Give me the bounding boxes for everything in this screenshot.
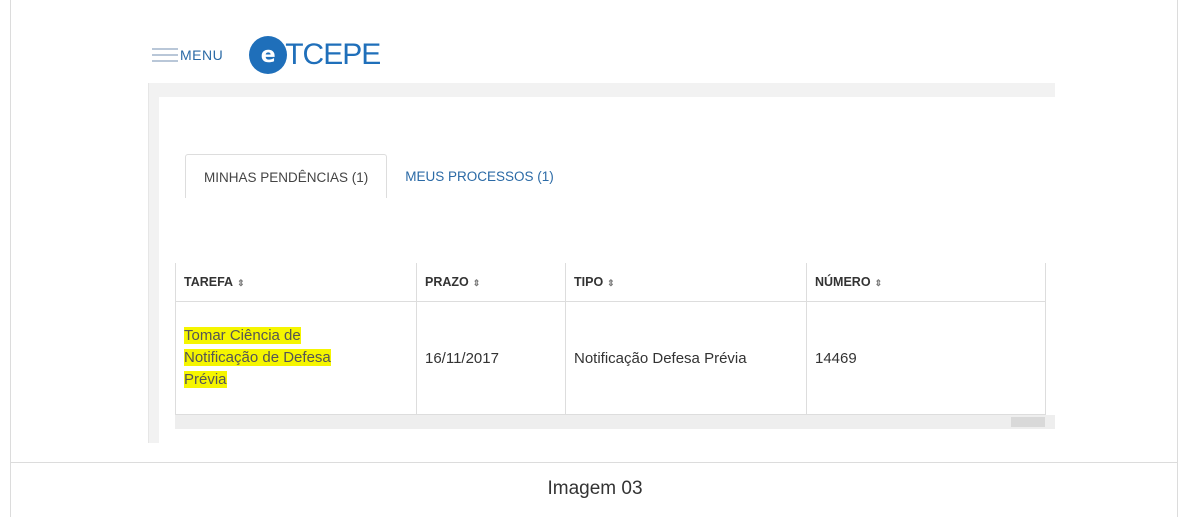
tab-minhas-pendencias[interactable]: MINHAS PENDÊNCIAS (1) <box>185 154 388 198</box>
sort-icon: ⇕ <box>607 278 615 288</box>
main-content: MINHAS PENDÊNCIAS (1) MEUS PROCESSOS (1)… <box>148 83 1055 443</box>
tab-meus-processos[interactable]: MEUS PROCESSOS (1) <box>387 154 572 198</box>
menu-label: MENU <box>180 47 224 63</box>
caption-divider <box>10 462 1178 463</box>
image-caption: Imagem 03 <box>547 478 643 499</box>
column-header-tarefa[interactable]: TAREFA ⇕ <box>175 263 417 302</box>
table-header-row: TAREFA ⇕ PRAZO ⇕ TIPO ⇕ NÚMERO ⇕ <box>175 263 1046 302</box>
cell-tipo: Notificação Defesa Prévia <box>565 301 807 415</box>
sort-icon: ⇕ <box>874 278 883 288</box>
column-header-prazo[interactable]: PRAZO ⇕ <box>416 263 566 302</box>
hamburger-icon <box>152 48 178 62</box>
etcepe-logo[interactable]: e TCEPE <box>249 36 381 74</box>
column-header-tipo[interactable]: TIPO ⇕ <box>565 263 807 302</box>
column-header-numero[interactable]: NÚMERO ⇕ <box>806 263 1046 302</box>
horizontal-scrollbar[interactable] <box>175 415 1055 429</box>
tab-bar: MINHAS PENDÊNCIAS (1) MEUS PROCESSOS (1) <box>185 154 572 198</box>
task-link[interactable]: Tomar Ciência de Notificação de Defesa Pré… <box>184 327 331 388</box>
sort-icon: ⇕ <box>472 278 481 288</box>
logo-text: TCEPE <box>285 38 381 71</box>
cell-tarefa[interactable]: Tomar Ciência de Notificação de Defesa Pré… <box>175 301 417 415</box>
cell-prazo: 16/11/2017 <box>416 301 566 415</box>
menu-button[interactable]: MENU <box>152 47 223 63</box>
top-bar: MENU e TCEPE <box>152 30 652 80</box>
sort-icon: ⇕ <box>237 278 245 288</box>
scrollbar-thumb[interactable] <box>1011 417 1045 427</box>
cell-numero: 14469 <box>806 301 1046 415</box>
pendencias-table: TAREFA ⇕ PRAZO ⇕ TIPO ⇕ NÚMERO ⇕ Tomar Ciênc… <box>175 263 1046 415</box>
logo-circle-icon: e <box>249 36 288 74</box>
table-row: Tomar Ciência de Notificação de Defesa Pré… <box>175 301 1046 415</box>
